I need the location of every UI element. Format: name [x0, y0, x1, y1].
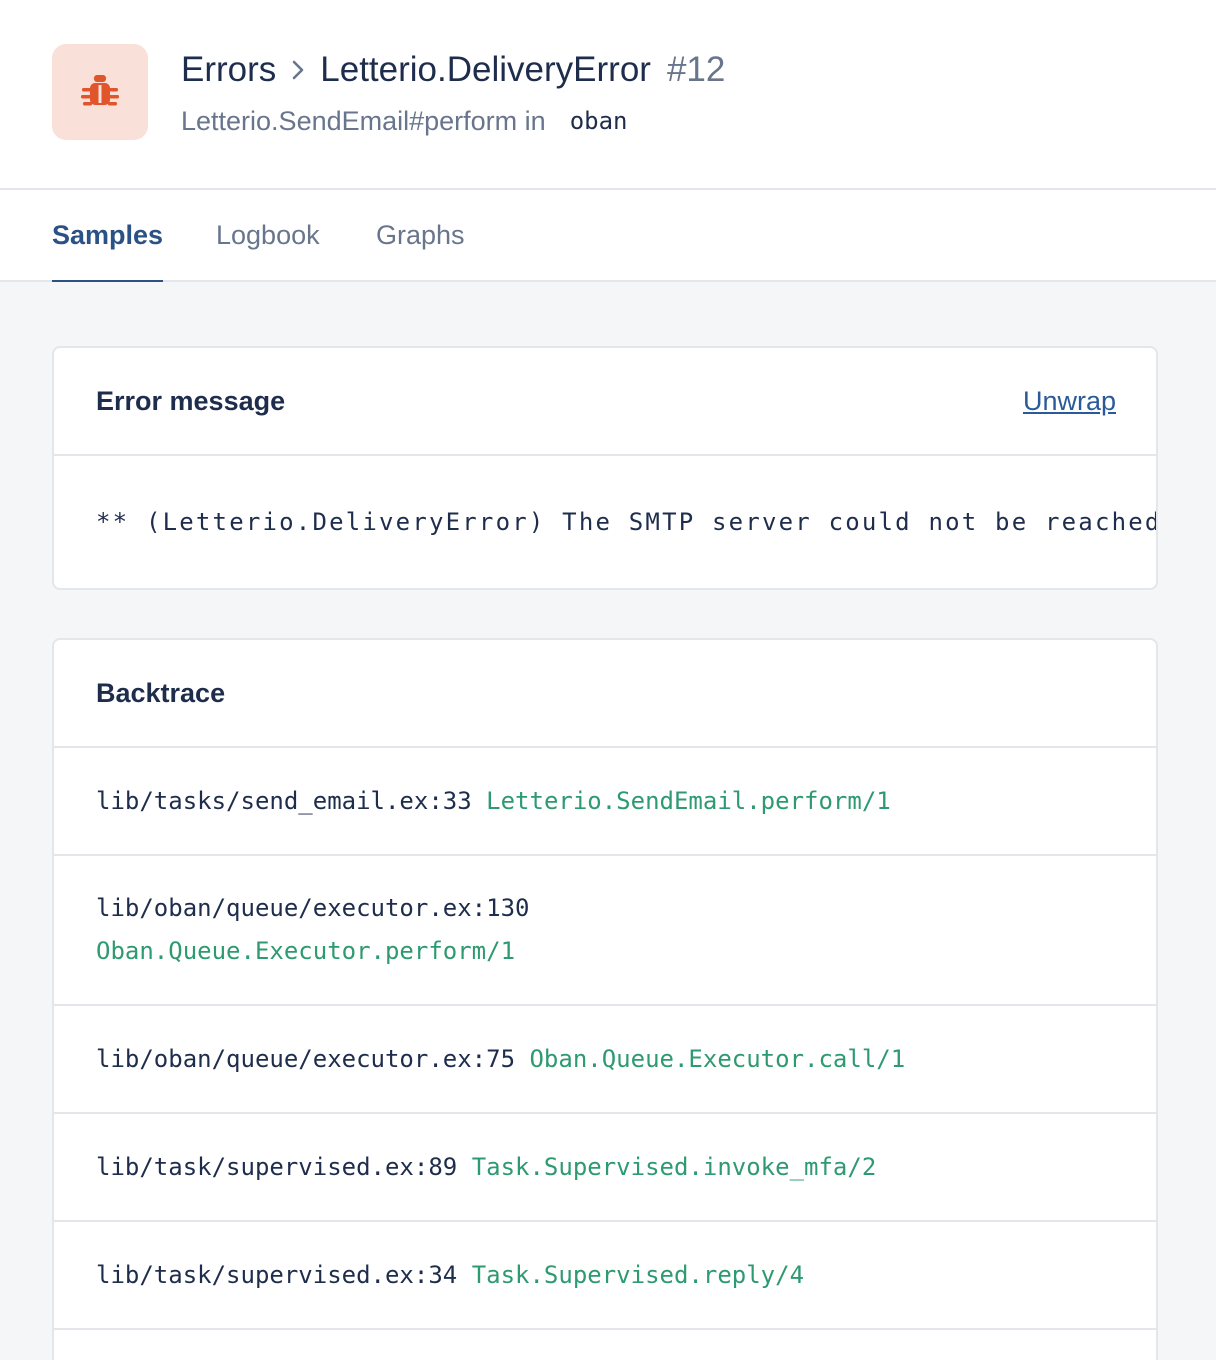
frame-function: Oban.Queue.Executor.call/1	[529, 1044, 906, 1073]
backtrace-frame[interactable]: lib/oban/queue/executor.ex:75 Oban.Queue…	[54, 1006, 1156, 1114]
frame-location: lib/oban/queue/executor.ex:75	[96, 1044, 516, 1073]
tab-graphs[interactable]: Graphs	[376, 190, 465, 280]
error-message-header: Error message Unwrap	[54, 348, 1156, 456]
backtrace-frame[interactable]: lib/task/supervised.ex:34 Task.Supervise…	[54, 1222, 1156, 1330]
namespace-badge: oban	[569, 107, 628, 135]
frame-function: Task.Supervised.reply/4	[471, 1260, 805, 1289]
backtrace-header: Backtrace	[54, 640, 1156, 748]
frame-location: lib/task/supervised.ex:89	[96, 1152, 458, 1181]
tab-logbook[interactable]: Logbook	[216, 190, 320, 280]
error-subtitle: Letterio.SendEmail#perform in oban	[181, 102, 627, 140]
backtrace-card: Backtrace lib/tasks/send_email.ex:33 Let…	[52, 638, 1158, 1360]
error-name: Letterio.DeliveryError	[320, 50, 651, 89]
error-number: #12	[666, 50, 726, 89]
frame-location: lib/oban/queue/executor.ex:130	[96, 894, 530, 922]
frame-function: Oban.Queue.Executor.perform/1	[96, 937, 516, 965]
frame-function: Task.Supervised.invoke_mfa/2	[471, 1152, 877, 1181]
subtitle-action: Letterio.SendEmail#perform in	[181, 105, 546, 136]
breadcrumb-errors[interactable]: Errors	[181, 50, 276, 90]
error-message-title: Error message	[96, 385, 286, 416]
backtrace-title: Backtrace	[96, 677, 226, 708]
frame-location: lib/tasks/send_email.ex:33	[96, 786, 472, 815]
error-badge	[52, 44, 148, 140]
chevron-right-icon	[290, 59, 306, 81]
error-message-text: ** (Letterio.DeliveryError) The SMTP ser…	[96, 508, 1158, 536]
error-message-card: Error message Unwrap ** (Letterio.Delive…	[52, 346, 1158, 590]
frame-function: Letterio.SendEmail.perform/1	[486, 786, 891, 815]
frame-location: lib/task/supervised.ex:34	[96, 1260, 458, 1289]
tab-bar: Samples Logbook Graphs	[0, 190, 1216, 282]
page-header: Errors Letterio.DeliveryError #12 Letter…	[0, 0, 1216, 190]
bug-icon	[81, 75, 119, 106]
unwrap-link[interactable]: Unwrap	[1023, 386, 1116, 417]
tab-samples[interactable]: Samples	[52, 190, 164, 282]
backtrace-frame[interactable]: lib/task/supervised.ex:89 Task.Supervise…	[54, 1114, 1156, 1222]
backtrace-frame[interactable]: lib/oban/queue/executor.ex:130 Oban.Queu…	[54, 856, 1156, 1006]
page-title: Errors Letterio.DeliveryError #12	[181, 46, 725, 94]
backtrace-frame[interactable]: lib/tasks/send_email.ex:33 Letterio.Send…	[54, 748, 1156, 856]
